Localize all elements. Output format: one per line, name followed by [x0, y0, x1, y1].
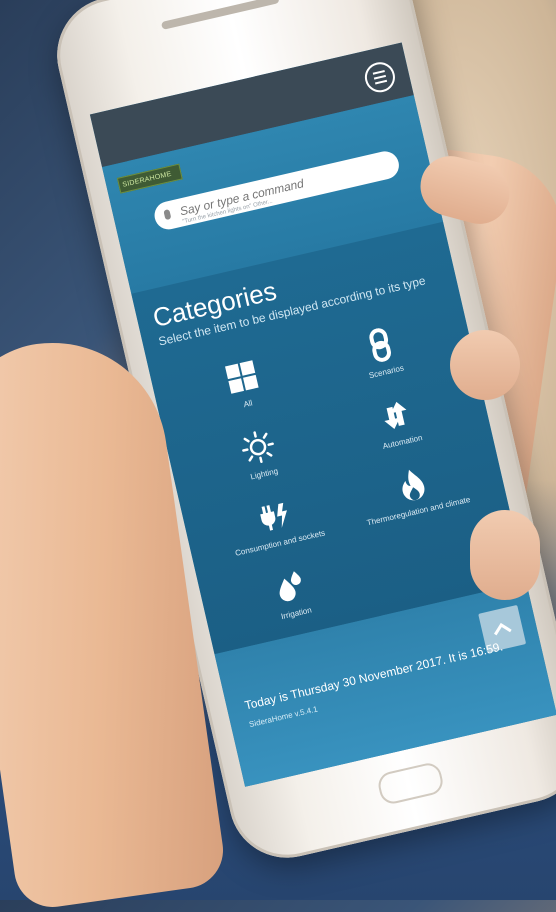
- sun-icon: [242, 431, 274, 463]
- app-logo: SIDERAHOME: [116, 163, 183, 194]
- category-label: Irrigation: [280, 605, 313, 621]
- menu-line: [373, 74, 387, 80]
- chevron-up-icon: [493, 622, 512, 636]
- finger-2: [450, 330, 520, 400]
- water-drops-icon: [279, 571, 301, 601]
- category-label: Scenarios: [368, 363, 405, 381]
- date-time-text: Today is Thursday 30 November 2017. It i…: [243, 639, 505, 713]
- category-label: Automation: [381, 432, 424, 451]
- grid-windows-icon: [225, 360, 259, 395]
- finger-3: [470, 510, 540, 600]
- command-input[interactable]: [178, 159, 377, 219]
- search-bar[interactable]: "Turn the kitchen lights on" Other...: [151, 148, 402, 233]
- category-label: Lighting: [249, 466, 279, 482]
- logo-text: SIDERAHOME: [121, 170, 173, 189]
- flame-icon: [402, 470, 425, 501]
- menu-line: [374, 79, 388, 85]
- up-down-arrows-icon: [384, 401, 407, 429]
- hamburger-menu-icon[interactable]: [361, 59, 398, 96]
- scenarios-link-icon: [369, 328, 392, 363]
- category-label: All: [242, 398, 254, 410]
- plug-lightning-icon: [260, 503, 288, 531]
- menu-line: [372, 70, 385, 75]
- microphone-icon[interactable]: [163, 209, 172, 221]
